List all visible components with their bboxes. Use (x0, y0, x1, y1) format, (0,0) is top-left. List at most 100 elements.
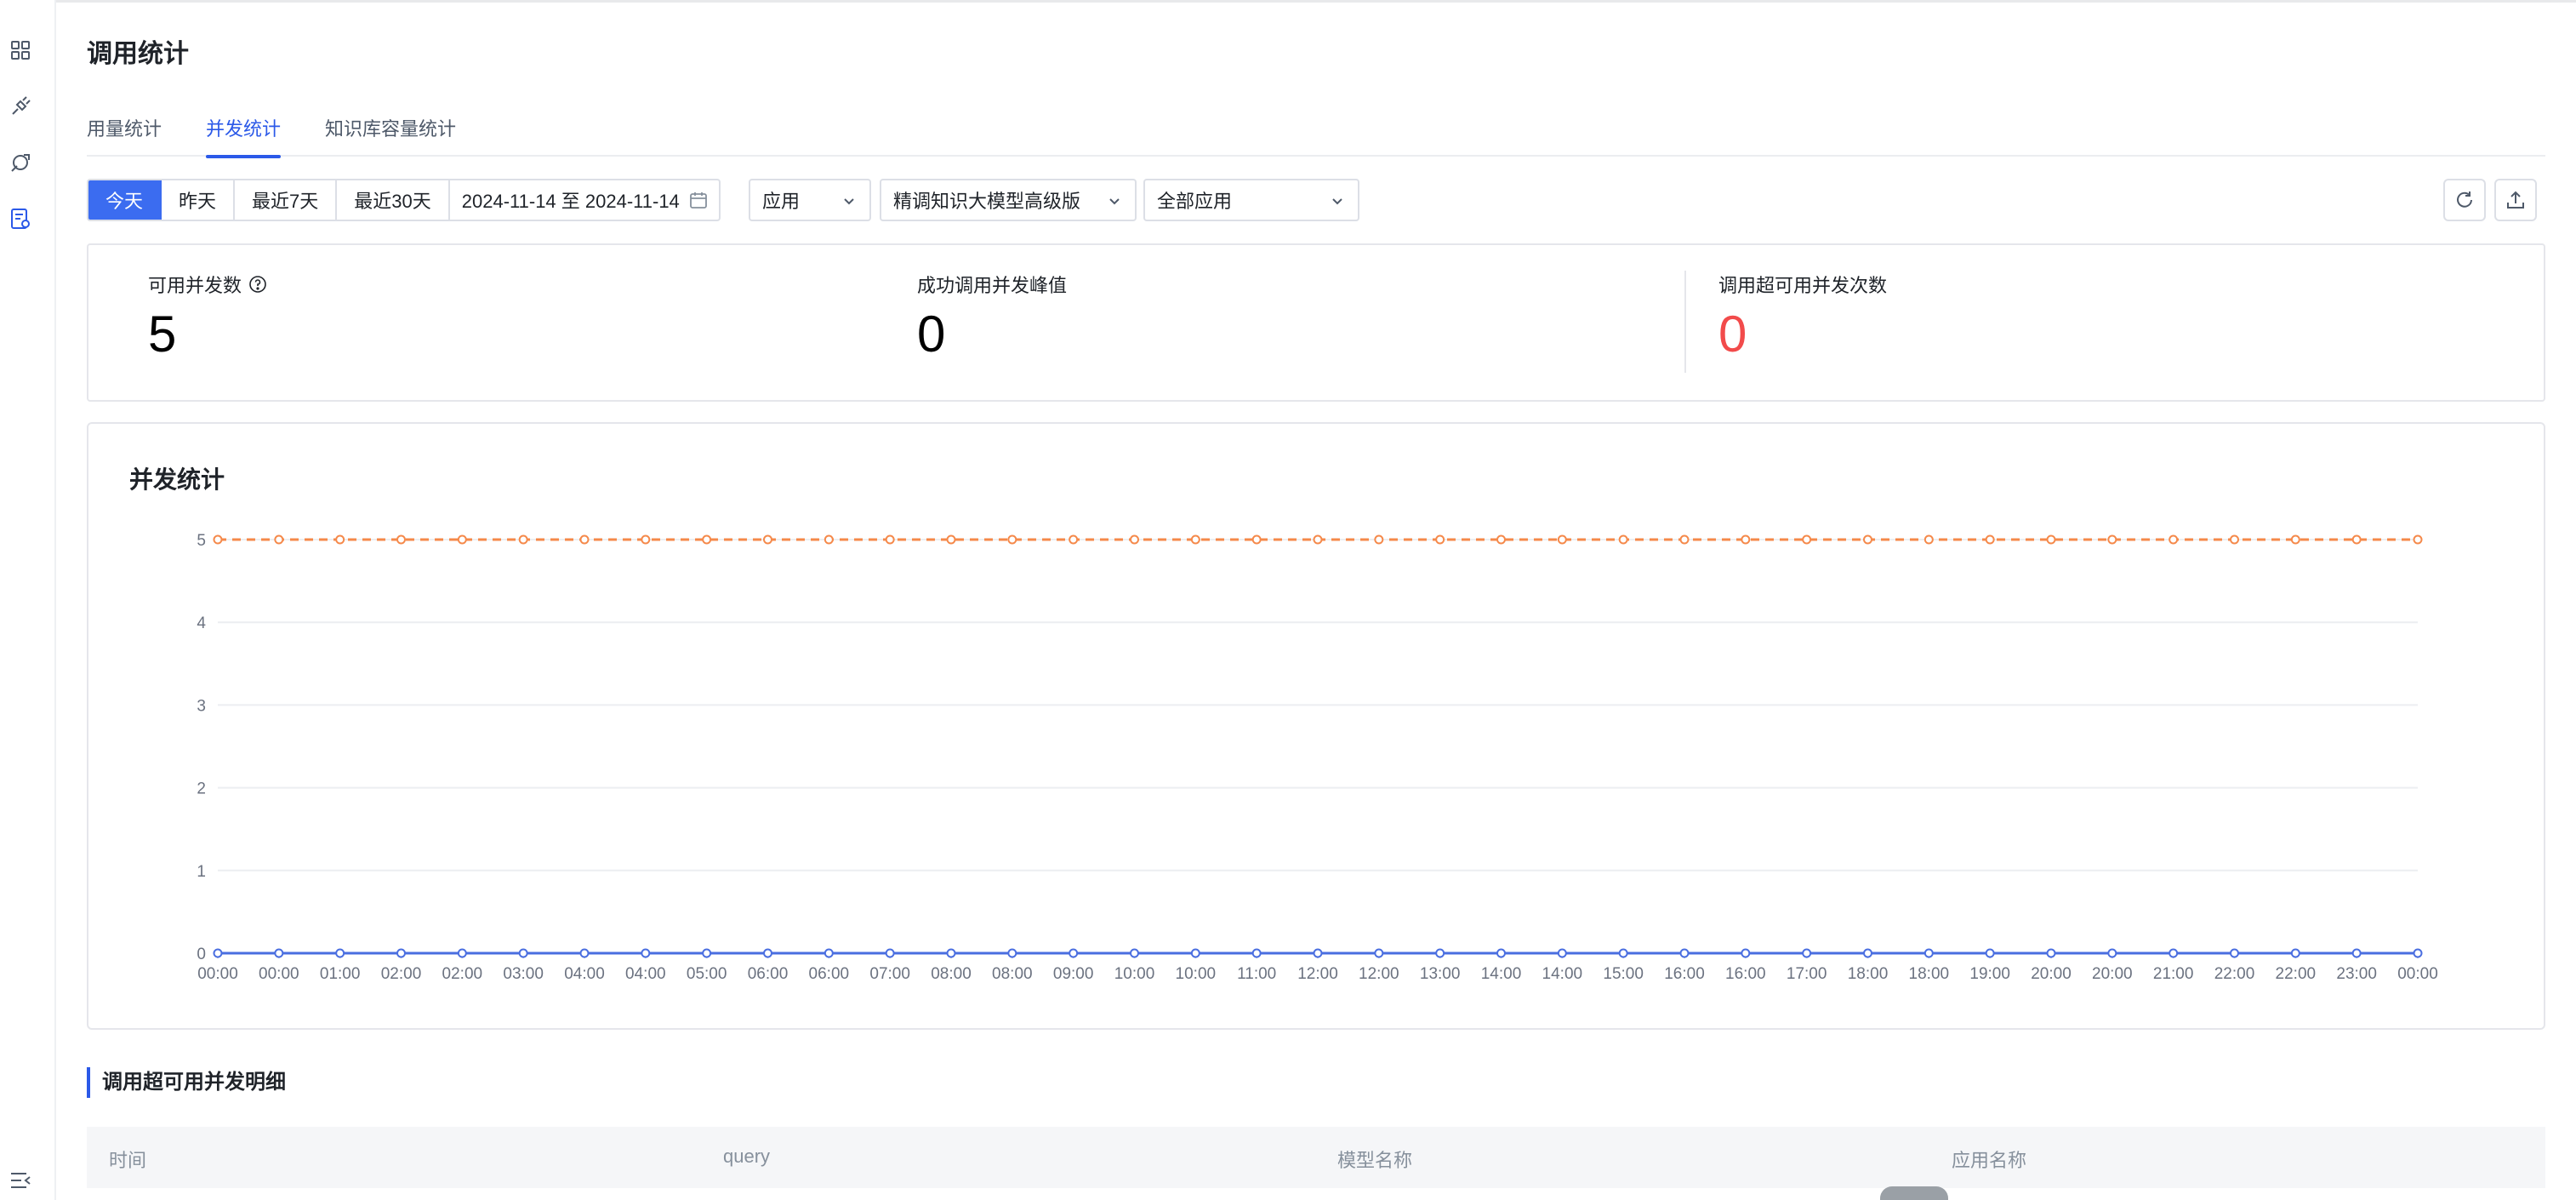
data-point (518, 534, 528, 545)
data-point (2413, 534, 2423, 545)
data-point (1313, 534, 1323, 545)
data-point (763, 948, 772, 958)
stats-card: 可用并发数 5 成功调用并发峰值 0 调用超可用并发次数 0 (87, 243, 2545, 402)
range-yesterday-button[interactable]: 昨天 (162, 180, 236, 220)
date-range-picker[interactable]: 2024-11-14 至 2024-11-14 (450, 180, 719, 220)
x-tick-label: 11:00 (1237, 965, 1276, 983)
data-point (1863, 948, 1872, 958)
column-header-query[interactable]: query (723, 1146, 770, 1168)
data-point (1190, 948, 1200, 958)
data-point (396, 948, 406, 958)
data-point (1069, 948, 1079, 958)
column-header-app[interactable]: 应用名称 (1952, 1146, 2026, 1173)
x-tick-label: 18:00 (1909, 965, 1950, 983)
data-point (457, 948, 467, 958)
detail-section-title: 调用超可用并发明细 (87, 1067, 286, 1098)
data-point (1863, 534, 1872, 545)
data-point (1069, 534, 1079, 545)
help-icon[interactable] (248, 275, 267, 294)
data-point (2230, 948, 2239, 958)
collapse-menu-icon[interactable] (8, 1168, 33, 1193)
range-30days-button[interactable]: 最近30天 (337, 180, 450, 220)
x-tick-label: 14:00 (1542, 965, 1583, 983)
data-point (213, 948, 223, 958)
x-tick-label: 05:00 (687, 965, 727, 983)
x-tick-label: 18:00 (1848, 965, 1889, 983)
data-point (457, 534, 467, 545)
export-button[interactable] (2494, 179, 2537, 221)
data-point (946, 534, 956, 545)
x-tick-label: 08:00 (992, 965, 1033, 983)
x-tick-label: 06:00 (809, 965, 850, 983)
plugin-icon[interactable] (8, 94, 33, 119)
model-select[interactable]: 精调知识大模型高级版 (880, 179, 1137, 221)
data-point (335, 534, 345, 545)
x-tick-label: 22:00 (2276, 965, 2317, 983)
tab-usage[interactable]: 用量统计 (87, 114, 162, 157)
app-select[interactable]: 全部应用 (1143, 179, 1359, 221)
column-header-model[interactable]: 模型名称 (1337, 1146, 1412, 1173)
calendar-icon (689, 192, 707, 209)
data-point (1435, 534, 1445, 545)
data-point (1802, 948, 1812, 958)
x-tick-label: 08:00 (931, 965, 972, 983)
stat-available: 可用并发数 5 (148, 271, 267, 363)
model-select-value: 精调知识大模型高级版 (893, 191, 1081, 212)
data-point (2351, 948, 2362, 958)
data-point (2169, 534, 2179, 545)
data-point (2107, 948, 2117, 958)
stat-exceeded-label: 调用超可用并发次数 (1718, 275, 1888, 296)
x-tick-label: 13:00 (1420, 965, 1461, 983)
scroll-handle[interactable] (1880, 1186, 1948, 1200)
x-tick-label: 12:00 (1359, 965, 1399, 983)
x-tick-label: 01:00 (320, 965, 361, 983)
refresh-button[interactable] (2443, 179, 2486, 221)
x-tick-label: 15:00 (1603, 965, 1644, 983)
data-point (885, 534, 895, 545)
data-point (702, 948, 712, 958)
data-point (641, 534, 651, 545)
x-tick-label: 21:00 (2153, 965, 2194, 983)
x-tick-label: 04:00 (564, 965, 605, 983)
range-today-button[interactable]: 今天 (88, 180, 162, 220)
data-point (1741, 948, 1751, 958)
chevron-down-icon (844, 198, 854, 205)
x-tick-label: 17:00 (1787, 965, 1827, 983)
data-point (1130, 948, 1139, 958)
data-point (946, 948, 956, 958)
data-point (213, 534, 223, 545)
stat-available-label: 可用并发数 (148, 275, 242, 296)
data-point (1374, 948, 1384, 958)
data-point (396, 534, 406, 545)
dimension-select[interactable]: 应用 (749, 179, 871, 221)
x-tick-label: 07:00 (869, 965, 910, 983)
data-point (2046, 534, 2056, 545)
x-tick-label: 02:00 (381, 965, 422, 983)
column-header-time[interactable]: 时间 (109, 1146, 146, 1173)
data-point (274, 948, 284, 958)
x-tick-label: 09:00 (1053, 965, 1094, 983)
x-tick-label: 16:00 (1664, 965, 1705, 983)
chevron-down-icon (1109, 198, 1120, 205)
y-tick-label: 4 (197, 614, 206, 632)
data-point (1802, 534, 1812, 545)
data-point (2413, 948, 2423, 958)
date-range-value: 2024-11-14 至 2024-11-14 (461, 191, 680, 212)
tab-bar: 用量统计 并发统计 知识库容量统计 (87, 107, 2545, 158)
rocket-icon[interactable] (8, 150, 33, 175)
stat-available-value: 5 (148, 306, 177, 363)
data-point (1190, 534, 1200, 545)
tab-concurrency[interactable]: 并发统计 (206, 114, 282, 158)
x-tick-label: 16:00 (1725, 965, 1766, 983)
x-tick-label: 14:00 (1481, 965, 1522, 983)
data-point (1435, 948, 1445, 958)
data-point (1007, 948, 1017, 958)
statistics-icon[interactable] (8, 206, 33, 231)
x-tick-label: 10:00 (1114, 965, 1155, 983)
x-tick-label: 03:00 (503, 965, 544, 983)
range-7days-button[interactable]: 最近7天 (235, 180, 338, 220)
data-point (335, 948, 345, 958)
grid-apps-icon[interactable] (8, 37, 33, 63)
data-point (824, 534, 834, 545)
tab-knowledge-capacity[interactable]: 知识库容量统计 (325, 114, 456, 157)
